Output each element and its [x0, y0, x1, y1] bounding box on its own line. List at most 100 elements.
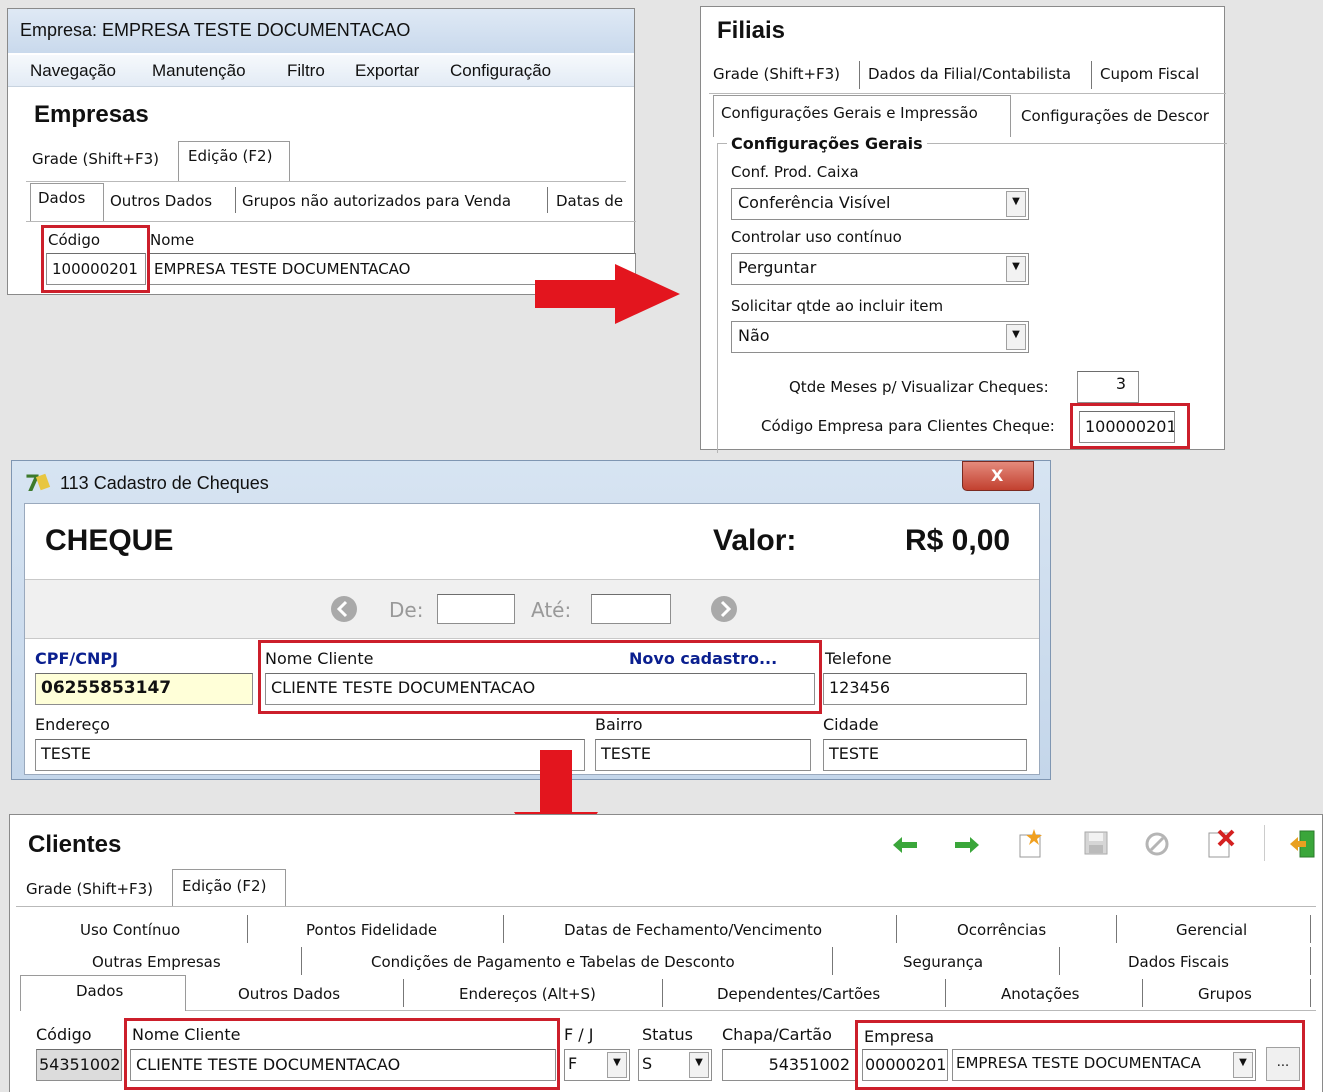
tab-dados[interactable]: Dados [76, 982, 123, 1000]
menu-manutencao[interactable]: Manutenção [152, 61, 246, 81]
back-arrow-icon[interactable] [890, 833, 920, 857]
tab-outros-dados[interactable]: Outros Dados [238, 985, 340, 1003]
tab-enderecos[interactable]: Endereços (Alt+S) [459, 985, 596, 1003]
cidade-field[interactable]: TESTE [823, 739, 1027, 771]
empresa-title-bar: Empresa: EMPRESA TESTE DOCUMENTACAO [8, 9, 634, 53]
clientes-tab-grade[interactable]: Grade (Shift+F3) [26, 880, 153, 898]
filiais-tab-sep [1091, 61, 1092, 89]
tab-uso-continuo[interactable]: Uso Contínuo [80, 921, 180, 939]
fj-value: F [568, 1054, 578, 1073]
right-arrow-icon [535, 264, 680, 324]
prev-circle-icon[interactable] [329, 594, 359, 624]
menu-configuracao[interactable]: Configuração [450, 61, 551, 81]
solicitar-select[interactable]: Não ▼ [731, 321, 1029, 353]
tab-sep [662, 979, 663, 1007]
menu-filtro[interactable]: Filtro [287, 61, 325, 81]
filiais-tab-dados[interactable]: Dados da Filial/Contabilista [868, 65, 1071, 83]
empresa-heading: Empresas [34, 101, 149, 128]
filiais-tab-line [709, 93, 1226, 94]
ate-field[interactable] [591, 594, 671, 624]
chapa-label: Chapa/Cartão [722, 1025, 832, 1044]
filiais-codigo-highlight [1070, 403, 1190, 449]
conf-prod-value: Conferência Visível [738, 193, 891, 212]
tab-anotacoes[interactable]: Anotações [1001, 985, 1080, 1003]
tab-seguranca[interactable]: Segurança [903, 953, 983, 971]
tab-condicoes-pagamento[interactable]: Condições de Pagamento e Tabelas de Desc… [371, 953, 735, 971]
telefone-field[interactable]: 123456 [823, 673, 1027, 705]
tab-sep [945, 979, 946, 1007]
cheque-nome-highlight [258, 640, 822, 714]
tab-outras-empresas[interactable]: Outras Empresas [92, 953, 221, 971]
cheques-window-title: 113 Cadastro de Cheques [60, 473, 269, 493]
save-icon[interactable] [1082, 829, 1110, 857]
tab-grupos[interactable]: Grupos [1198, 985, 1252, 1003]
controlar-value: Perguntar [738, 258, 817, 277]
next-circle-icon[interactable] [709, 594, 739, 624]
endereco-label: Endereço [35, 715, 110, 734]
cliente-nome-highlight [124, 1018, 560, 1090]
new-record-icon[interactable] [1016, 827, 1046, 859]
delete-icon[interactable] [1206, 827, 1236, 859]
cheque-heading: CHEQUE [45, 524, 174, 557]
tab-grade[interactable]: Grade (Shift+F3) [32, 150, 159, 168]
chevron-down-icon[interactable]: ▼ [1006, 324, 1026, 350]
tab-sep [832, 947, 833, 975]
menu-exportar[interactable]: Exportar [355, 61, 419, 81]
tab-dados-fiscais[interactable]: Dados Fiscais [1128, 953, 1229, 971]
subtab-datas[interactable]: Datas de [556, 192, 623, 210]
bairro-field[interactable]: TESTE [595, 739, 811, 771]
cheques-window: 7 113 Cadastro de Cheques X CHEQUE Valor… [11, 460, 1051, 780]
status-label: Status [642, 1025, 693, 1044]
tab-edicao-label[interactable]: Edição (F2) [188, 147, 272, 165]
empresa-subtab-line [26, 221, 636, 222]
empresa-tab-line [26, 181, 626, 182]
close-icon[interactable]: X [991, 466, 1003, 485]
close-button[interactable]: X [962, 461, 1034, 491]
cancel-icon[interactable] [1144, 831, 1170, 857]
cpf-field[interactable]: 06255853147 [35, 673, 253, 705]
menu-navegacao[interactable]: Navegação [30, 61, 116, 81]
fj-select[interactable]: F ▼ [564, 1049, 630, 1081]
clientes-subtab-line [186, 1010, 1316, 1011]
controlar-select[interactable]: Perguntar ▼ [731, 253, 1029, 285]
cliente-codigo-field: 54351002 [36, 1049, 122, 1081]
tab-datas-fechamento[interactable]: Datas de Fechamento/Vencimento [564, 921, 822, 939]
conf-prod-label: Conf. Prod. Caixa [731, 163, 859, 181]
exit-icon[interactable] [1288, 827, 1318, 859]
status-value: S [642, 1054, 653, 1073]
subtab-dados-label[interactable]: Dados [38, 189, 85, 207]
tab-sep [247, 915, 248, 943]
conf-prod-select[interactable]: Conferência Visível ▼ [731, 188, 1029, 220]
tab-sep [1142, 979, 1143, 1007]
filiais-tab-grade[interactable]: Grade (Shift+F3) [713, 65, 840, 83]
clientes-tab-edicao-label[interactable]: Edição (F2) [182, 877, 266, 895]
filiais-subtab-config-label[interactable]: Configurações Gerais e Impressão [721, 104, 978, 122]
filiais-tab-cupom[interactable]: Cupom Fiscal [1100, 65, 1199, 83]
chevron-down-icon[interactable]: ▼ [607, 1052, 627, 1078]
tab-ocorrencias[interactable]: Ocorrências [957, 921, 1046, 939]
tab-sep [1310, 979, 1311, 1007]
de-field[interactable] [437, 594, 515, 624]
filiais-subtab-desconto[interactable]: Configurações de Descor [1021, 107, 1209, 125]
filiais-heading: Filiais [717, 17, 786, 44]
subtab-grupos[interactable]: Grupos não autorizados para Venda [242, 192, 511, 210]
tab-gerencial[interactable]: Gerencial [1176, 921, 1247, 939]
app-logo-icon: 7 [25, 472, 51, 495]
tab-pontos-fidelidade[interactable]: Pontos Fidelidade [306, 921, 437, 939]
chevron-down-icon[interactable]: ▼ [1006, 256, 1026, 282]
tab-sep [1116, 915, 1117, 943]
chevron-down-icon[interactable]: ▼ [689, 1052, 709, 1078]
qtde-meses-field[interactable]: 3 [1077, 371, 1139, 403]
toolbar-sep [1264, 825, 1265, 861]
de-label: De: [389, 598, 424, 622]
cheque-header: CHEQUE Valor: R$ 0,00 [25, 504, 1039, 580]
nome-label: Nome [150, 231, 195, 249]
forward-arrow-icon[interactable] [952, 833, 982, 857]
endereco-field[interactable]: TESTE [35, 739, 585, 771]
chevron-down-icon[interactable]: ▼ [1006, 191, 1026, 217]
chapa-field[interactable]: 54351002 [722, 1049, 856, 1081]
status-select[interactable]: S ▼ [638, 1049, 712, 1081]
cliente-codigo-label: Código [36, 1025, 92, 1044]
subtab-outros[interactable]: Outros Dados [110, 192, 212, 210]
tab-dependentes[interactable]: Dependentes/Cartões [717, 985, 880, 1003]
